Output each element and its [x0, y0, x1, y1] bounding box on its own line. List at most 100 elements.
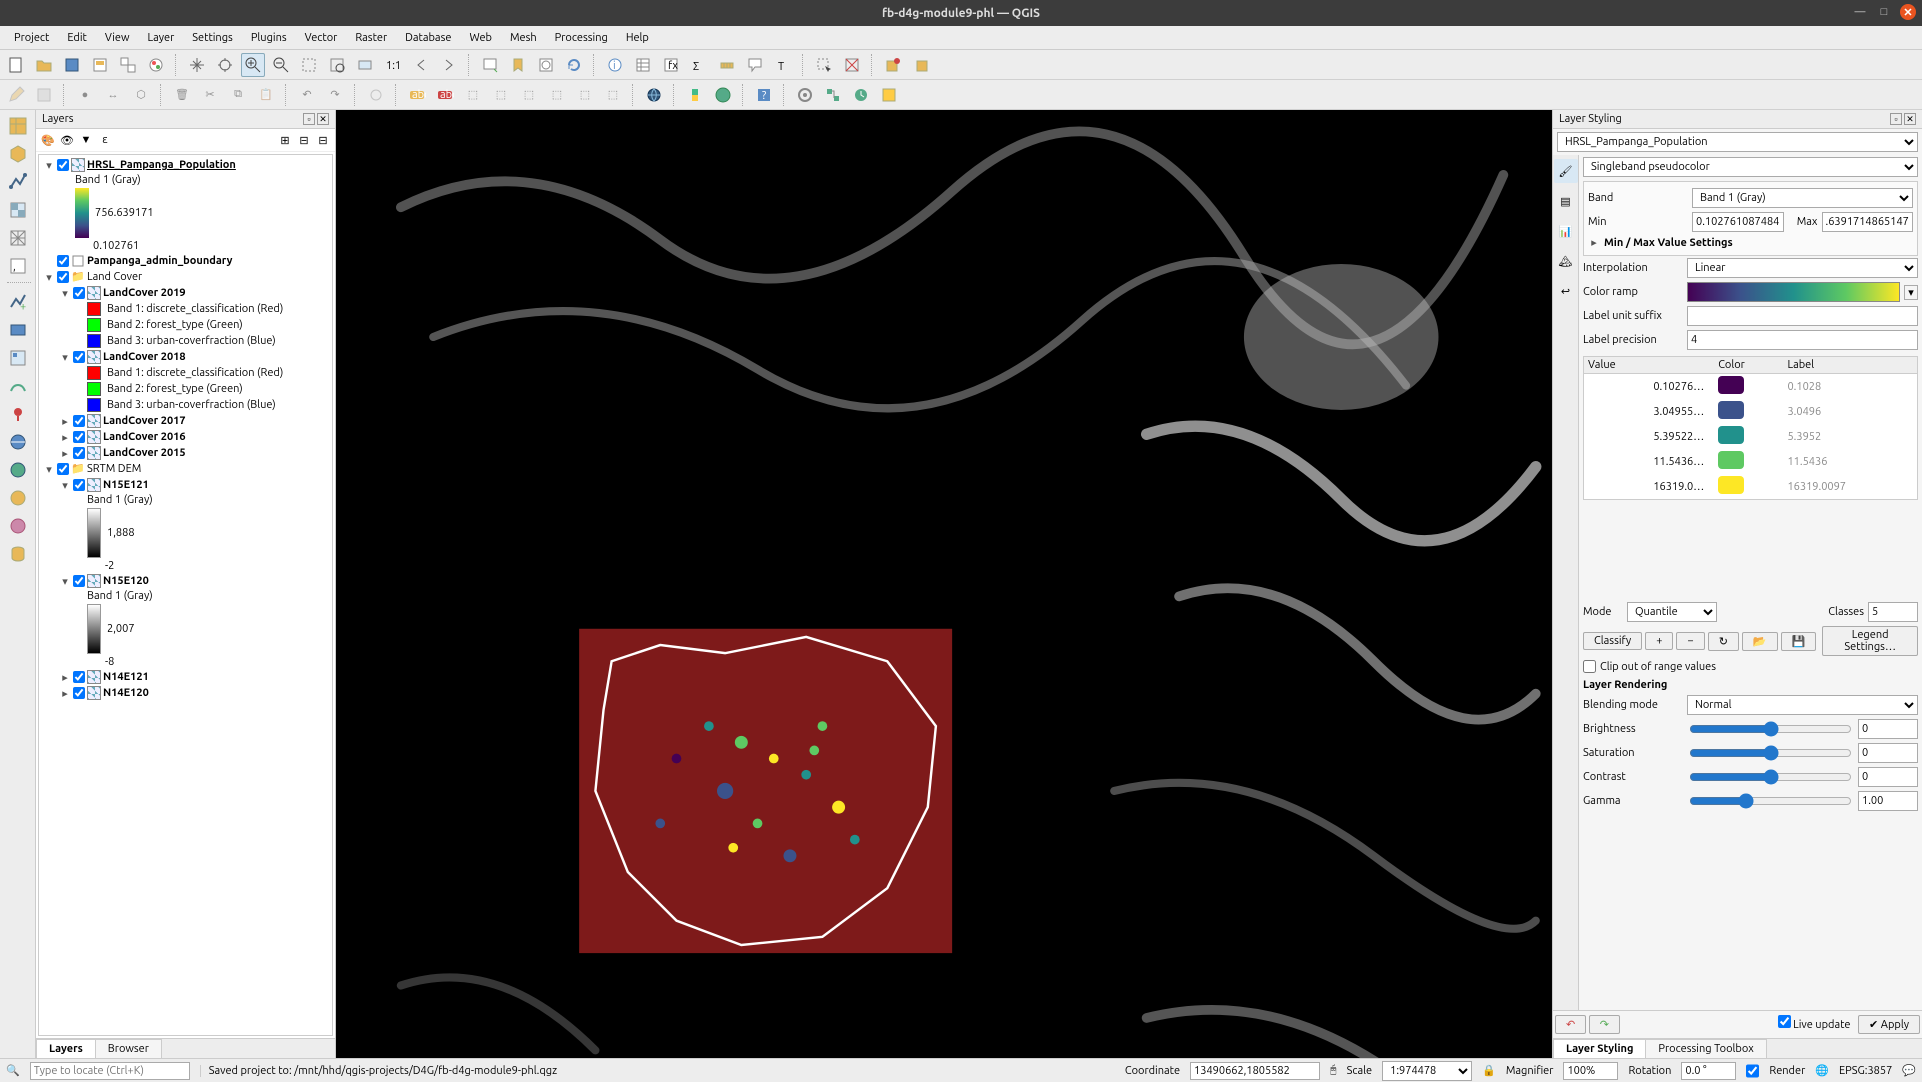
menu-vector[interactable]: Vector [297, 30, 346, 46]
add-wcs-icon[interactable] [6, 486, 30, 510]
interpolation-select[interactable]: Linear [1687, 258, 1918, 278]
map-canvas-area[interactable] [336, 110, 1552, 1058]
precision-input[interactable] [1687, 330, 1918, 350]
add-wfs-icon[interactable] [6, 514, 30, 538]
help-icon[interactable]: ? [752, 83, 776, 107]
label-tool1-icon[interactable]: ⬚ [461, 83, 485, 107]
menu-processing[interactable]: Processing [547, 30, 616, 46]
save-file-button[interactable]: 💾 [1781, 632, 1817, 651]
table-row[interactable]: 0.10276…0.1028 [1584, 374, 1918, 400]
layers-tree[interactable]: ▾HRSL_Pampanga_Population Band 1 (Gray) … [38, 154, 333, 1036]
rotation-input[interactable] [1681, 1062, 1736, 1080]
metasearch-icon[interactable] [642, 83, 666, 107]
print-layout-icon[interactable] [88, 53, 112, 77]
undo-style-button[interactable]: ↶ [1555, 1015, 1586, 1034]
map-canvas[interactable] [336, 110, 1552, 1058]
magnifier-input[interactable] [1563, 1062, 1618, 1080]
colorramp-menu-icon[interactable]: ▾ [1904, 285, 1918, 300]
zoom-selection-icon[interactable] [325, 53, 349, 77]
history-tab-icon[interactable]: ↩ [1554, 279, 1578, 303]
menu-raster[interactable]: Raster [347, 30, 395, 46]
layer-n14e120[interactable]: N14E120 [103, 687, 149, 699]
new-geopackage-icon[interactable] [6, 142, 30, 166]
open-project-icon[interactable] [32, 53, 56, 77]
classes-input[interactable] [1868, 602, 1918, 622]
histogram-tab-icon[interactable]: 📊 [1554, 219, 1578, 243]
layer-filter-icon[interactable]: 👁 [59, 132, 75, 148]
layer-check-n14e121[interactable] [73, 671, 85, 683]
classify-table[interactable]: ValueColorLabel 0.10276…0.10283.04955…3.… [1583, 356, 1918, 500]
layer-check-lc2019[interactable] [73, 287, 85, 299]
new-gps-icon[interactable] [6, 402, 30, 426]
paste-icon[interactable]: 📋 [254, 83, 278, 107]
add-feature-icon[interactable]: ● [73, 83, 97, 107]
processing-history-icon[interactable] [849, 83, 873, 107]
decorations-icon[interactable] [881, 53, 905, 77]
new-geopackage2-icon[interactable] [6, 346, 30, 370]
menu-web[interactable]: Web [461, 30, 500, 46]
table-row[interactable]: 11.5436…11.5436 [1584, 449, 1918, 474]
brightness-input[interactable] [1858, 719, 1918, 739]
processing-toolbox-icon[interactable] [793, 83, 817, 107]
zoom-layer-icon[interactable] [353, 53, 377, 77]
refresh-icon[interactable] [562, 53, 586, 77]
panel-undock-icon[interactable]: ▫ [1890, 113, 1902, 125]
layer-hrsl[interactable]: HRSL_Pampanga_Population [87, 159, 236, 171]
layer-check-hrsl[interactable] [57, 159, 69, 171]
new-bookmark-icon[interactable] [506, 53, 530, 77]
tab-layers[interactable]: Layers [36, 1039, 96, 1058]
layer-lc2015[interactable]: LandCover 2015 [103, 447, 186, 459]
clip-checkbox[interactable] [1583, 660, 1596, 673]
gamma-slider[interactable] [1689, 793, 1852, 809]
new-project-icon[interactable] [4, 53, 28, 77]
cut-icon[interactable]: ✂ [198, 83, 222, 107]
menu-settings[interactable]: Settings [184, 30, 241, 46]
add-delimited-icon[interactable]: , [6, 254, 30, 278]
saturation-slider[interactable] [1689, 745, 1852, 761]
panel-close-icon[interactable]: ✕ [1904, 113, 1916, 125]
label-abc-icon[interactable]: abc [405, 83, 429, 107]
zoom-last-icon[interactable] [409, 53, 433, 77]
gamma-input[interactable] [1858, 791, 1918, 811]
layer-pampanga[interactable]: Pampanga_admin_boundary [87, 255, 233, 267]
node-tool-icon[interactable]: ⬡ [129, 83, 153, 107]
layer-n15e120[interactable]: N15E120 [103, 575, 149, 587]
identify-icon[interactable]: i [603, 53, 627, 77]
layer-expr-icon[interactable]: ε [97, 132, 113, 148]
saturation-input[interactable] [1858, 743, 1918, 763]
layer-expand-icon[interactable]: ⊞ [277, 132, 293, 148]
menu-mesh[interactable]: Mesh [502, 30, 545, 46]
load-colormap-button[interactable]: ↻ [1708, 632, 1739, 651]
layer-check-n15e121[interactable] [73, 479, 85, 491]
measure-icon[interactable] [715, 53, 739, 77]
landcover-group[interactable]: Land Cover [87, 271, 142, 283]
messages-icon[interactable]: 💬 [1902, 1064, 1916, 1077]
band-select[interactable]: Band 1 (Gray) [1692, 188, 1913, 208]
layer-lc2018[interactable]: LandCover 2018 [103, 351, 186, 363]
menu-database[interactable]: Database [397, 30, 459, 46]
deselect-icon[interactable] [840, 53, 864, 77]
add-raster-icon[interactable] [6, 198, 30, 222]
layer-check-lc2017[interactable] [73, 415, 85, 427]
layer-check-lc2015[interactable] [73, 447, 85, 459]
maximize-icon[interactable]: □ [1876, 4, 1892, 20]
pan-icon[interactable] [185, 53, 209, 77]
select-features-icon[interactable] [812, 53, 836, 77]
minimize-icon[interactable]: — [1852, 4, 1868, 20]
crs-label[interactable]: EPSG:3857 [1839, 1065, 1892, 1077]
contrast-slider[interactable] [1689, 769, 1852, 785]
menu-plugins[interactable]: Plugins [243, 30, 295, 46]
brightness-slider[interactable] [1689, 721, 1852, 737]
add-class-button[interactable]: + [1645, 632, 1673, 650]
menu-project[interactable]: Project [6, 30, 57, 46]
new-map-view-icon[interactable] [478, 53, 502, 77]
style-manager-icon[interactable] [144, 53, 168, 77]
layer-collapse-icon[interactable]: ⊟ [296, 132, 312, 148]
layer-check-lc-group[interactable] [57, 271, 69, 283]
processing-results-icon[interactable] [877, 83, 901, 107]
styling-layer-select[interactable]: HRSL_Pampanga_Population [1557, 132, 1918, 152]
tab-processing-toolbox[interactable]: Processing Toolbox [1645, 1039, 1766, 1058]
apply-button[interactable]: ✔ Apply [1858, 1015, 1920, 1034]
layer-lc2017[interactable]: LandCover 2017 [103, 415, 186, 427]
max-input[interactable] [1822, 212, 1914, 232]
